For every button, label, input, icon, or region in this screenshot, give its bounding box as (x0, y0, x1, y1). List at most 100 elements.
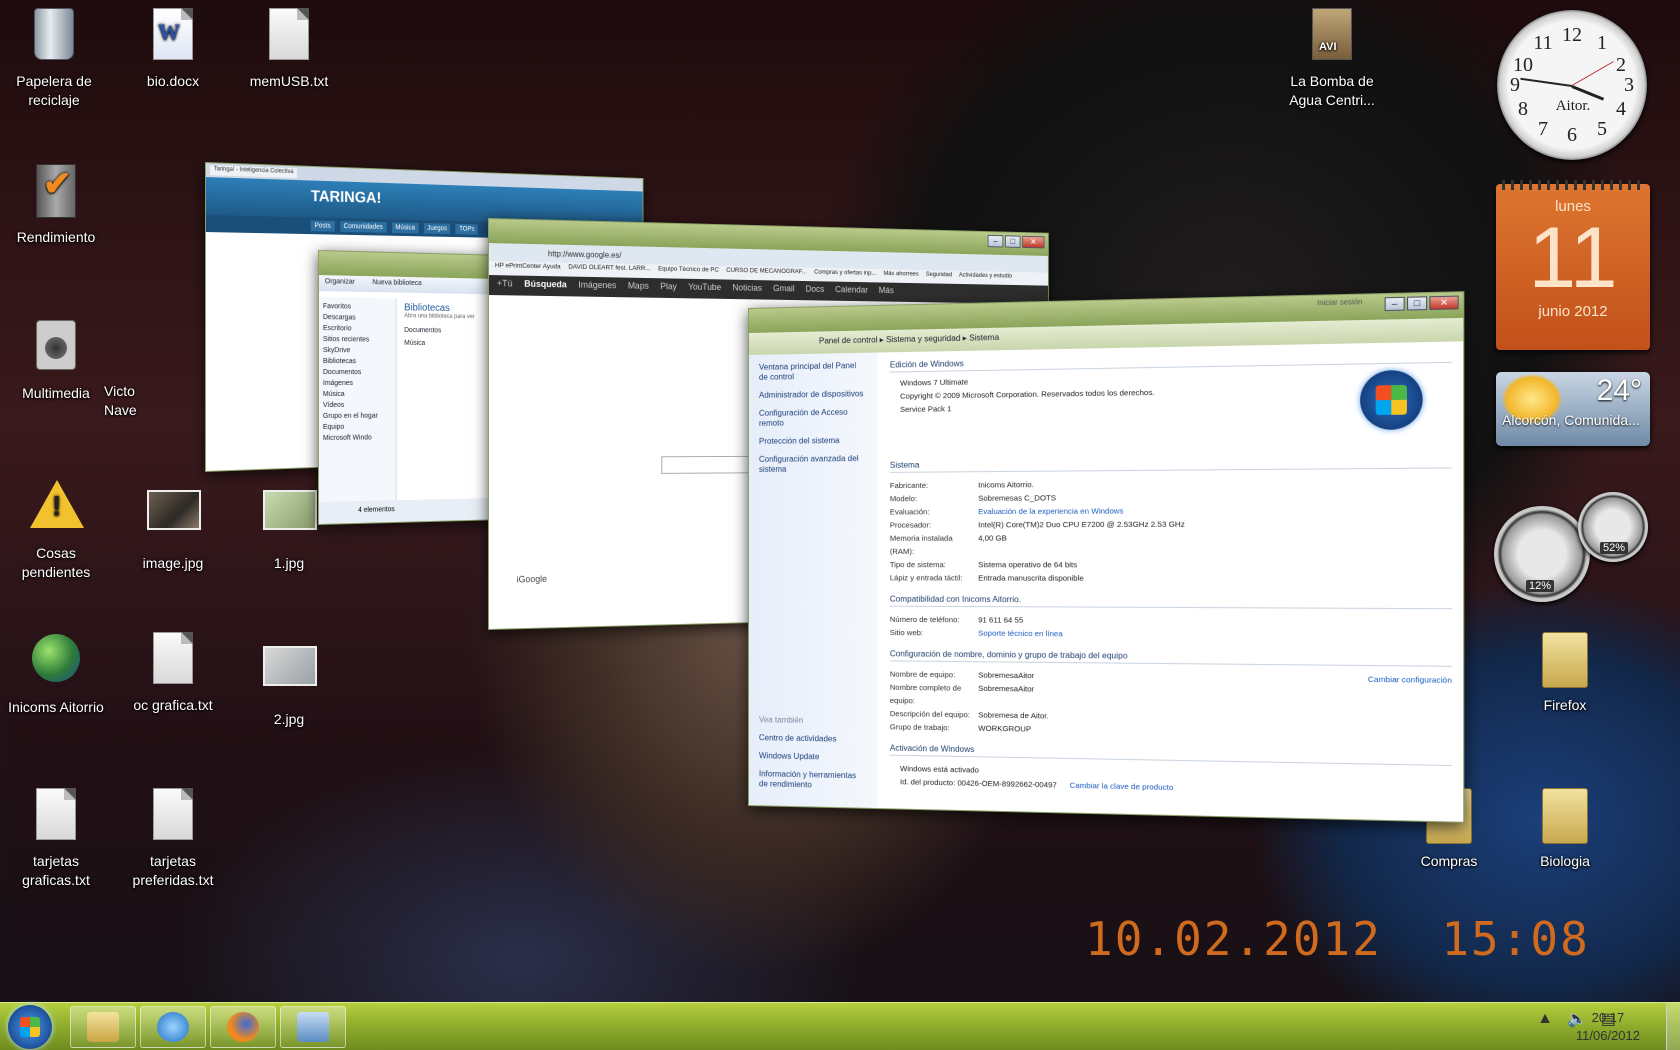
favorite-link[interactable]: Actividades y estudio (959, 272, 1012, 284)
igoogle-link[interactable]: iGoogle (517, 574, 547, 585)
nav-pane-item[interactable]: Grupo en el hogar (323, 411, 392, 422)
favorite-link[interactable]: Equipo Técnico de PC (658, 266, 719, 279)
desktop-icon-2-jpg[interactable]: 2.jpg (234, 638, 344, 729)
nav-pane-item[interactable]: Microsoft Windo (323, 432, 392, 444)
taskbar-clock[interactable]: 20:17 11/06/2012 (1576, 1009, 1640, 1045)
desktop-icon-cosas-pendientes[interactable]: Cosas pendientes (1, 478, 111, 582)
maximize-button[interactable]: □ (1407, 296, 1427, 310)
desktop-icon-recycle-bin[interactable]: Papelera de reciclaje (0, 8, 109, 110)
support-link[interactable]: Soporte técnico en línea (978, 626, 1452, 643)
taskbar-firefox-button[interactable] (210, 1006, 276, 1048)
desktop-icon-bio-docx[interactable]: W bio.docx (118, 8, 228, 91)
nav-pane-item[interactable]: SkyDrive (323, 345, 392, 356)
weather-gadget[interactable]: 24° Alcorcón, Comunida... (1496, 372, 1650, 446)
see-also-link[interactable]: Información y herramientas de rendimient… (759, 769, 868, 791)
favorite-link[interactable]: CURSO DE MECANOGRAF... (726, 267, 807, 280)
new-library-button[interactable]: Nueva biblioteca (372, 279, 421, 290)
gbar-item[interactable]: Docs (806, 284, 825, 298)
gbar-item[interactable]: Play (660, 281, 677, 295)
see-also-link[interactable]: Windows Update (759, 751, 868, 763)
change-product-key-link[interactable]: Cambiar la clave de producto (1070, 781, 1174, 792)
taringa-nav-item[interactable]: TOPs (456, 224, 478, 235)
desktop-icon-inicoms[interactable]: Inicoms Aitorrio (1, 632, 111, 717)
nav-pane-item[interactable]: Vídeos (323, 400, 392, 411)
taskbar-ie-button[interactable] (140, 1006, 206, 1048)
desktop-icon-oc-grafica[interactable]: oc grafica.txt (118, 632, 228, 715)
library-item-music[interactable]: Música (404, 340, 474, 347)
clock-number: 6 (1560, 124, 1584, 147)
close-button[interactable]: ✕ (1022, 236, 1044, 249)
google-search-input[interactable] (661, 456, 755, 474)
see-also-link[interactable]: Centro de actividades (759, 733, 868, 745)
maximize-button[interactable]: □ (1005, 235, 1021, 248)
gbar-item[interactable]: Más (879, 285, 894, 299)
task-link[interactable]: Configuración de Acceso remoto (759, 407, 868, 429)
system-row: Memoria instalada (RAM): 4,00 GB (890, 530, 1452, 558)
gbar-item[interactable]: Gmail (773, 283, 795, 297)
taskbar-control-panel-button[interactable] (280, 1006, 346, 1048)
taringa-logo[interactable]: TARINGA! (311, 188, 381, 206)
nav-pane-item[interactable]: Descargas (323, 312, 392, 324)
task-link[interactable]: Administrador de dispositivos (759, 389, 868, 401)
desktop-icon-firefox-folder[interactable]: Firefox (1510, 632, 1620, 715)
gbar-item[interactable]: Calendar (835, 284, 868, 298)
login-link[interactable]: Iniciar sesión (1317, 299, 1362, 307)
favorite-link[interactable]: Compras y ofertas inp... (814, 269, 876, 282)
desktop-icon-memusb[interactable]: memUSB.txt (234, 8, 344, 91)
clock-gadget[interactable]: 12 1 2 3 4 5 6 7 8 9 10 11 Aitor. (1497, 10, 1647, 160)
system-control-panel-window[interactable]: – □ ✕ Panel de control ▸ Sistema y segur… (748, 291, 1464, 823)
taringa-nav-item[interactable]: Música (392, 222, 419, 233)
nav-pane-item[interactable]: Bibliotecas (323, 356, 392, 367)
calendar-rings (1502, 180, 1644, 190)
desktop-icon-image-jpg[interactable]: image.jpg (118, 482, 228, 573)
breadcrumb-item[interactable]: Sistema (969, 333, 999, 343)
task-link[interactable]: Protección del sistema (759, 436, 868, 447)
breadcrumb-item[interactable]: Panel de control (819, 335, 877, 345)
desktop-icon-rendimiento[interactable]: Rendimiento (1, 164, 111, 247)
favorite-link[interactable]: HP ePrintCenter Ayuda (495, 262, 561, 275)
desktop-icon-bomba-agua[interactable]: AVI La Bomba de Agua Centri... (1277, 8, 1387, 110)
start-button[interactable] (8, 1005, 52, 1049)
favorite-link[interactable]: Seguridad (926, 271, 952, 283)
browser-tab[interactable]: Taringa! - Inteligencia Colectiva (210, 165, 297, 178)
desktop-icon-biologia[interactable]: Biologia (1510, 788, 1620, 871)
minimize-button[interactable]: – (988, 235, 1004, 248)
desktop-icon-multimedia[interactable]: Multimedia (1, 320, 111, 403)
nav-pane-item[interactable]: Sitios recientes (323, 334, 392, 346)
taringa-nav-item[interactable]: Comunidades (340, 221, 386, 233)
nav-pane-item[interactable]: Música (323, 389, 392, 400)
taringa-nav-item[interactable]: Juegos (424, 223, 451, 234)
gbar-item[interactable]: Noticias (732, 283, 762, 297)
gbar-item[interactable]: YouTube (688, 282, 721, 296)
gbar-item[interactable]: Búsqueda (524, 279, 566, 294)
libraries-explorer-window[interactable]: Organizar Nueva biblioteca Favoritos Des… (318, 250, 508, 525)
close-button[interactable]: ✕ (1429, 296, 1458, 311)
gbar-item[interactable]: +Tú (497, 278, 513, 292)
nav-pane-item[interactable]: Documentos (323, 367, 392, 378)
show-desktop-button[interactable] (1666, 1003, 1680, 1050)
change-settings-link[interactable]: Cambiar configuración (1368, 672, 1452, 687)
organize-button[interactable]: Organizar (325, 278, 355, 289)
desktop-icon-tarjetas-graficas[interactable]: tarjetas graficas.txt (1, 788, 111, 890)
clock-minute-hand (1520, 78, 1572, 87)
show-hidden-icons-icon[interactable]: ▲ (1537, 1010, 1553, 1028)
nav-pane-item[interactable]: Imágenes (323, 378, 392, 389)
nav-pane-item[interactable]: Equipo (323, 422, 392, 433)
nav-pane-item[interactable]: Escritorio (323, 323, 392, 335)
breadcrumb-item[interactable]: Sistema y seguridad (886, 334, 960, 345)
gbar-item[interactable]: Imágenes (578, 280, 616, 294)
task-link[interactable]: Configuración avanzada del sistema (759, 454, 868, 475)
taskbar-explorer-button[interactable] (70, 1006, 136, 1048)
desktop-icon-label: image.jpg (118, 554, 228, 573)
libraries-subheading: Abra una biblioteca para ver (404, 313, 474, 320)
taringa-nav-item[interactable]: Posts (311, 220, 335, 231)
calendar-gadget[interactable]: lunes 11 junio 2012 (1496, 184, 1650, 350)
task-link[interactable]: Ventana principal del Panel de control (759, 361, 868, 383)
desktop-icon-victo-nave[interactable]: Victo Nave (104, 382, 174, 420)
gbar-item[interactable]: Maps (628, 281, 649, 295)
minimize-button[interactable]: – (1385, 297, 1405, 311)
favorite-link[interactable]: DAVID OLEART fest. LARR... (568, 264, 650, 277)
library-item-documents[interactable]: Documentos (404, 327, 474, 335)
favorite-link[interactable]: Más ahorrees (883, 270, 918, 282)
desktop-icon-tarjetas-preferidas[interactable]: tarjetas preferidas.txt (118, 788, 228, 890)
